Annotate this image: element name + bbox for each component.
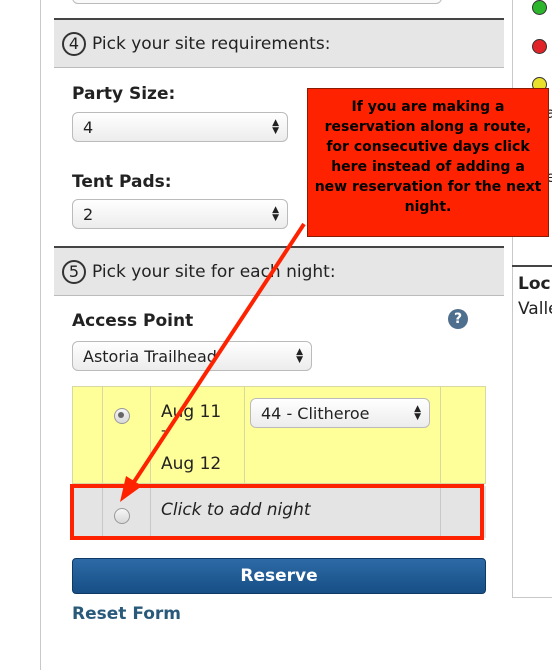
access-point-select[interactable]: Astoria Trailhead ▲ ▼ (72, 341, 312, 371)
step-number-4: 4 (62, 31, 86, 56)
step-5-title: Pick your site for each night: (92, 261, 336, 282)
col-divider (102, 386, 103, 484)
callout-box: If you are making a reservation along a … (307, 88, 549, 237)
step-5-header: 5 Pick your site for each night: (54, 246, 504, 296)
panel-middle-border (512, 265, 552, 267)
panel-bottom-border (512, 597, 552, 598)
status-dot-green (532, 0, 547, 15)
access-point-label: Access Point (72, 311, 194, 331)
add-night-highlight (70, 484, 484, 540)
tent-pads-select[interactable]: 2 ▲ ▼ (72, 199, 288, 229)
select-arrows-icon: ▲ ▼ (272, 205, 279, 223)
party-size-label: Party Size: (72, 84, 176, 104)
tent-pads-label: Tent Pads: (72, 172, 172, 192)
select-arrows-icon: ▲ ▼ (296, 347, 303, 365)
col-divider (244, 386, 245, 484)
select-arrows-icon: ▲ ▼ (414, 404, 421, 422)
help-icon[interactable]: ? (448, 309, 468, 329)
page-left-border (40, 0, 41, 670)
night-date-start: Aug 11 (161, 402, 222, 422)
night-radio-selected[interactable] (114, 408, 130, 424)
access-point-value: Astoria Trailhead (83, 346, 217, 366)
col-divider (150, 386, 151, 484)
campsite-value: 44 - Clitheroe (261, 403, 370, 423)
callout-text: If you are making a reservation along a … (314, 99, 542, 215)
night-date-dash: - (161, 423, 167, 439)
status-dot-red (532, 39, 547, 54)
step-number-5: 5 (62, 259, 86, 284)
step-4-header: 4 Pick your site requirements: (54, 18, 504, 68)
location-value: Valle (518, 299, 552, 319)
step-4-title: Pick your site requirements: (92, 33, 331, 54)
col-divider (440, 386, 441, 484)
help-icon-glyph: ? (453, 311, 463, 327)
night-date-end: Aug 12 (161, 454, 222, 474)
select-arrows-icon: ▲ ▼ (272, 118, 279, 136)
reserve-button[interactable]: Reserve (72, 558, 486, 594)
campsite-select[interactable]: 44 - Clitheroe ▲ ▼ (250, 398, 430, 428)
party-size-select[interactable]: 4 ▲ ▼ (72, 112, 288, 142)
tent-pads-value: 2 (83, 204, 94, 224)
reset-form-link[interactable]: Reset Form (72, 604, 181, 624)
party-size-value: 4 (83, 117, 94, 137)
previous-field[interactable] (72, 0, 442, 4)
reserve-label: Reserve (240, 566, 318, 586)
location-label: Loc (518, 274, 551, 294)
